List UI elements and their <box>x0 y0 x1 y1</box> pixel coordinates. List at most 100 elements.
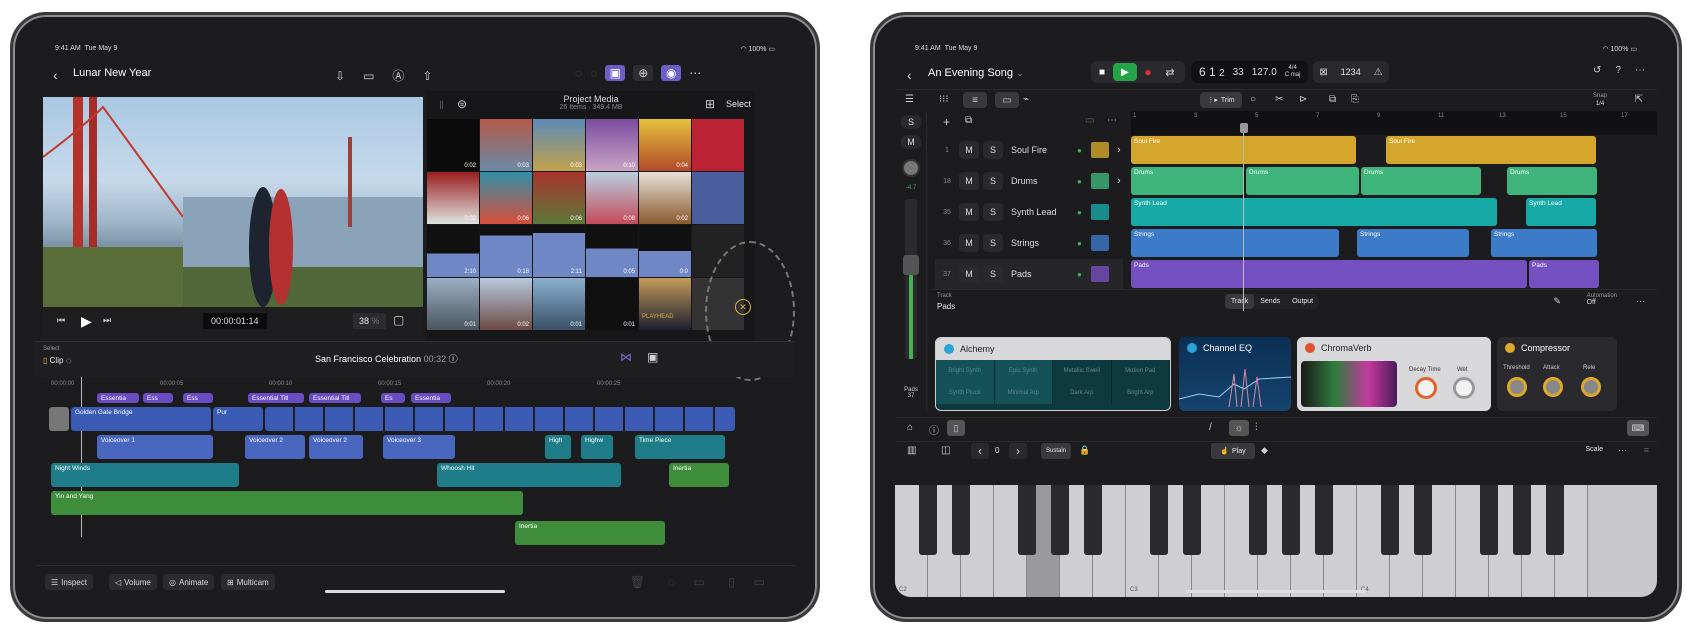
clip-appearance-icon[interactable]: ▣ <box>647 350 658 364</box>
title-clip[interactable]: Essential Titl <box>309 393 361 403</box>
primary-clip[interactable]: Golden Gate Bridge <box>71 407 211 431</box>
tracks-view-icon[interactable]: ≡ <box>963 92 987 108</box>
tab-output[interactable]: Output <box>1286 294 1319 309</box>
title-clip[interactable]: Essentia <box>411 393 451 403</box>
audio-thumb[interactable]: 2:10 <box>427 225 479 277</box>
bar-ruler[interactable]: 1 3 5 7 9 11 13 15 17 <box>1131 111 1657 135</box>
import-icon[interactable]: ⇩ <box>335 67 345 84</box>
solo-button[interactable]: S <box>983 203 1003 221</box>
black-key[interactable] <box>1084 485 1102 555</box>
media-thumb[interactable]: 0:02 <box>427 119 479 171</box>
browser-icon[interactable]: ⁝⁝⁝ <box>939 94 949 105</box>
threshold-knob[interactable] <box>1507 377 1527 397</box>
solo-button[interactable]: S <box>983 172 1003 190</box>
select-mode[interactable]: ▯ Clip ◇ <box>43 356 72 365</box>
mute-button[interactable]: M <box>959 172 979 190</box>
viewer-options-icon[interactable]: ▢ <box>393 313 404 327</box>
black-key[interactable] <box>1381 485 1399 555</box>
duplicate-track-icon[interactable]: ⧉ <box>965 115 972 126</box>
record-enable-icon[interactable]: ● <box>1077 146 1091 155</box>
solo-button[interactable]: S <box>983 265 1003 283</box>
track-header[interactable]: 1 M S Soul Fire ● › <box>935 135 1123 165</box>
check-icon[interactable]: ◌ <box>590 66 597 80</box>
play-icon[interactable]: ▶ <box>1113 63 1137 81</box>
instrument-icon[interactable] <box>1091 235 1109 251</box>
scale-button[interactable]: Scale <box>1585 446 1603 453</box>
title-clip[interactable]: Ess <box>183 393 213 403</box>
record-enable-icon[interactable]: ● <box>1077 177 1091 186</box>
arpeggiator-icon[interactable]: ◆ <box>1261 445 1268 456</box>
filter-icon[interactable]: ⊜ <box>457 97 467 111</box>
octave-up-icon[interactable]: › <box>1009 443 1027 459</box>
media-thumb[interactable]: 0:06 <box>533 172 585 224</box>
history-icon[interactable]: ↺ <box>1593 65 1601 76</box>
region[interactable]: Drums <box>1507 167 1597 195</box>
delete-icon[interactable]: 🗑 <box>630 575 645 589</box>
region[interactable]: Drums <box>1361 167 1481 195</box>
black-key[interactable] <box>1282 485 1300 555</box>
chevron-right-icon[interactable]: › <box>1117 175 1121 187</box>
voiceover-clip[interactable]: Voiceover 1 <box>97 435 213 459</box>
play-icon[interactable]: ▶ <box>81 313 92 330</box>
media-thumb[interactable]: PLAYHEAD <box>639 278 691 330</box>
media-thumb[interactable]: 0:02 <box>427 172 479 224</box>
audio-thumb[interactable]: 0:18 <box>480 225 532 277</box>
scissors-icon[interactable]: ✂ <box>1275 94 1283 105</box>
share-icon[interactable]: ⇧ <box>422 67 432 84</box>
split-icon[interactable]: ▯ <box>728 575 735 589</box>
preset-cell[interactable]: Dark Arp <box>1053 382 1112 404</box>
drag-handle-icon[interactable]: ‖ <box>439 98 444 112</box>
back-chevron-icon[interactable]: ‹ <box>907 67 912 83</box>
media-thumb[interactable]: 0:02 <box>480 278 532 330</box>
region[interactable]: Pads <box>1529 260 1599 288</box>
track-more-icon[interactable]: ⋯ <box>1107 115 1117 126</box>
black-key[interactable] <box>1546 485 1564 555</box>
preset-cell[interactable]: Bright Arp <box>1112 382 1170 404</box>
zoom-level[interactable]: 38 % <box>353 313 386 329</box>
media-thumb[interactable]: 0:01 <box>427 278 479 330</box>
video-viewer[interactable] <box>43 97 423 307</box>
audio-thumb[interactable]: 2:11 <box>533 225 585 277</box>
pencil-icon[interactable]: ✎ <box>1553 296 1561 307</box>
decay-time-knob[interactable] <box>1415 377 1437 399</box>
preset-cell[interactable]: Epic Synth <box>994 360 1053 382</box>
undo-icon[interactable]: ◌ <box>575 66 582 80</box>
black-key[interactable] <box>1150 485 1168 555</box>
lcd-display[interactable]: 6 1 2 33 127.0 4/4 C maj <box>1191 61 1309 83</box>
tab-sends[interactable]: Sends <box>1254 294 1286 309</box>
black-key[interactable] <box>1051 485 1069 555</box>
sidebar-icon[interactable]: ◫ <box>941 445 950 456</box>
pencil-icon[interactable]: / <box>1209 422 1212 433</box>
plugin-compressor[interactable]: Compressor Threshold Attack Rele <box>1497 337 1617 411</box>
instrument-icon[interactable] <box>1091 142 1109 158</box>
black-key[interactable] <box>952 485 970 555</box>
inspector-toggle-icon[interactable]: ▯ <box>947 420 965 436</box>
mixer-icon[interactable]: ☰ <box>905 94 914 105</box>
media-thumb[interactable] <box>692 172 744 224</box>
media-thumb[interactable]: 0:06 <box>480 172 532 224</box>
title-clip[interactable]: Es <box>381 393 405 403</box>
mute-button[interactable]: M <box>959 141 979 159</box>
instrument-icon[interactable] <box>1091 173 1109 189</box>
pan-knob[interactable] <box>902 159 920 177</box>
zoom-icon[interactable]: ⇱ <box>1635 94 1643 105</box>
release-knob[interactable] <box>1581 377 1601 397</box>
paste-icon[interactable]: ⎘ <box>1351 94 1359 105</box>
sfx-clip[interactable]: Inertia <box>669 463 729 487</box>
volume-button[interactable]: ◁ Volume <box>109 574 157 590</box>
automation-icon[interactable]: ⌁ <box>1023 94 1029 105</box>
voiceover-clip[interactable]: Voiceover 2 <box>245 435 305 459</box>
play-mode-button[interactable]: ☝ Play <box>1211 443 1255 459</box>
media-thumb[interactable]: 0:03 <box>533 119 585 171</box>
effects-icon[interactable]: ⊕ <box>633 65 654 81</box>
keyboard-more-icon[interactable]: ⋯ <box>1618 445 1627 456</box>
mixer-view-icon[interactable]: ⫶ <box>1255 422 1258 433</box>
audio-thumb[interactable]: 0:05 <box>586 225 638 277</box>
instrument-icon[interactable] <box>1091 266 1109 282</box>
power-icon[interactable] <box>1305 343 1315 353</box>
region[interactable]: Pads <box>1131 260 1527 288</box>
info-icon[interactable]: ⓘ <box>449 354 458 364</box>
count-in[interactable]: 1234 <box>1341 67 1361 77</box>
track-header[interactable]: 37 M S Pads ● <box>935 259 1123 289</box>
strip-solo-button[interactable]: S <box>901 115 921 129</box>
